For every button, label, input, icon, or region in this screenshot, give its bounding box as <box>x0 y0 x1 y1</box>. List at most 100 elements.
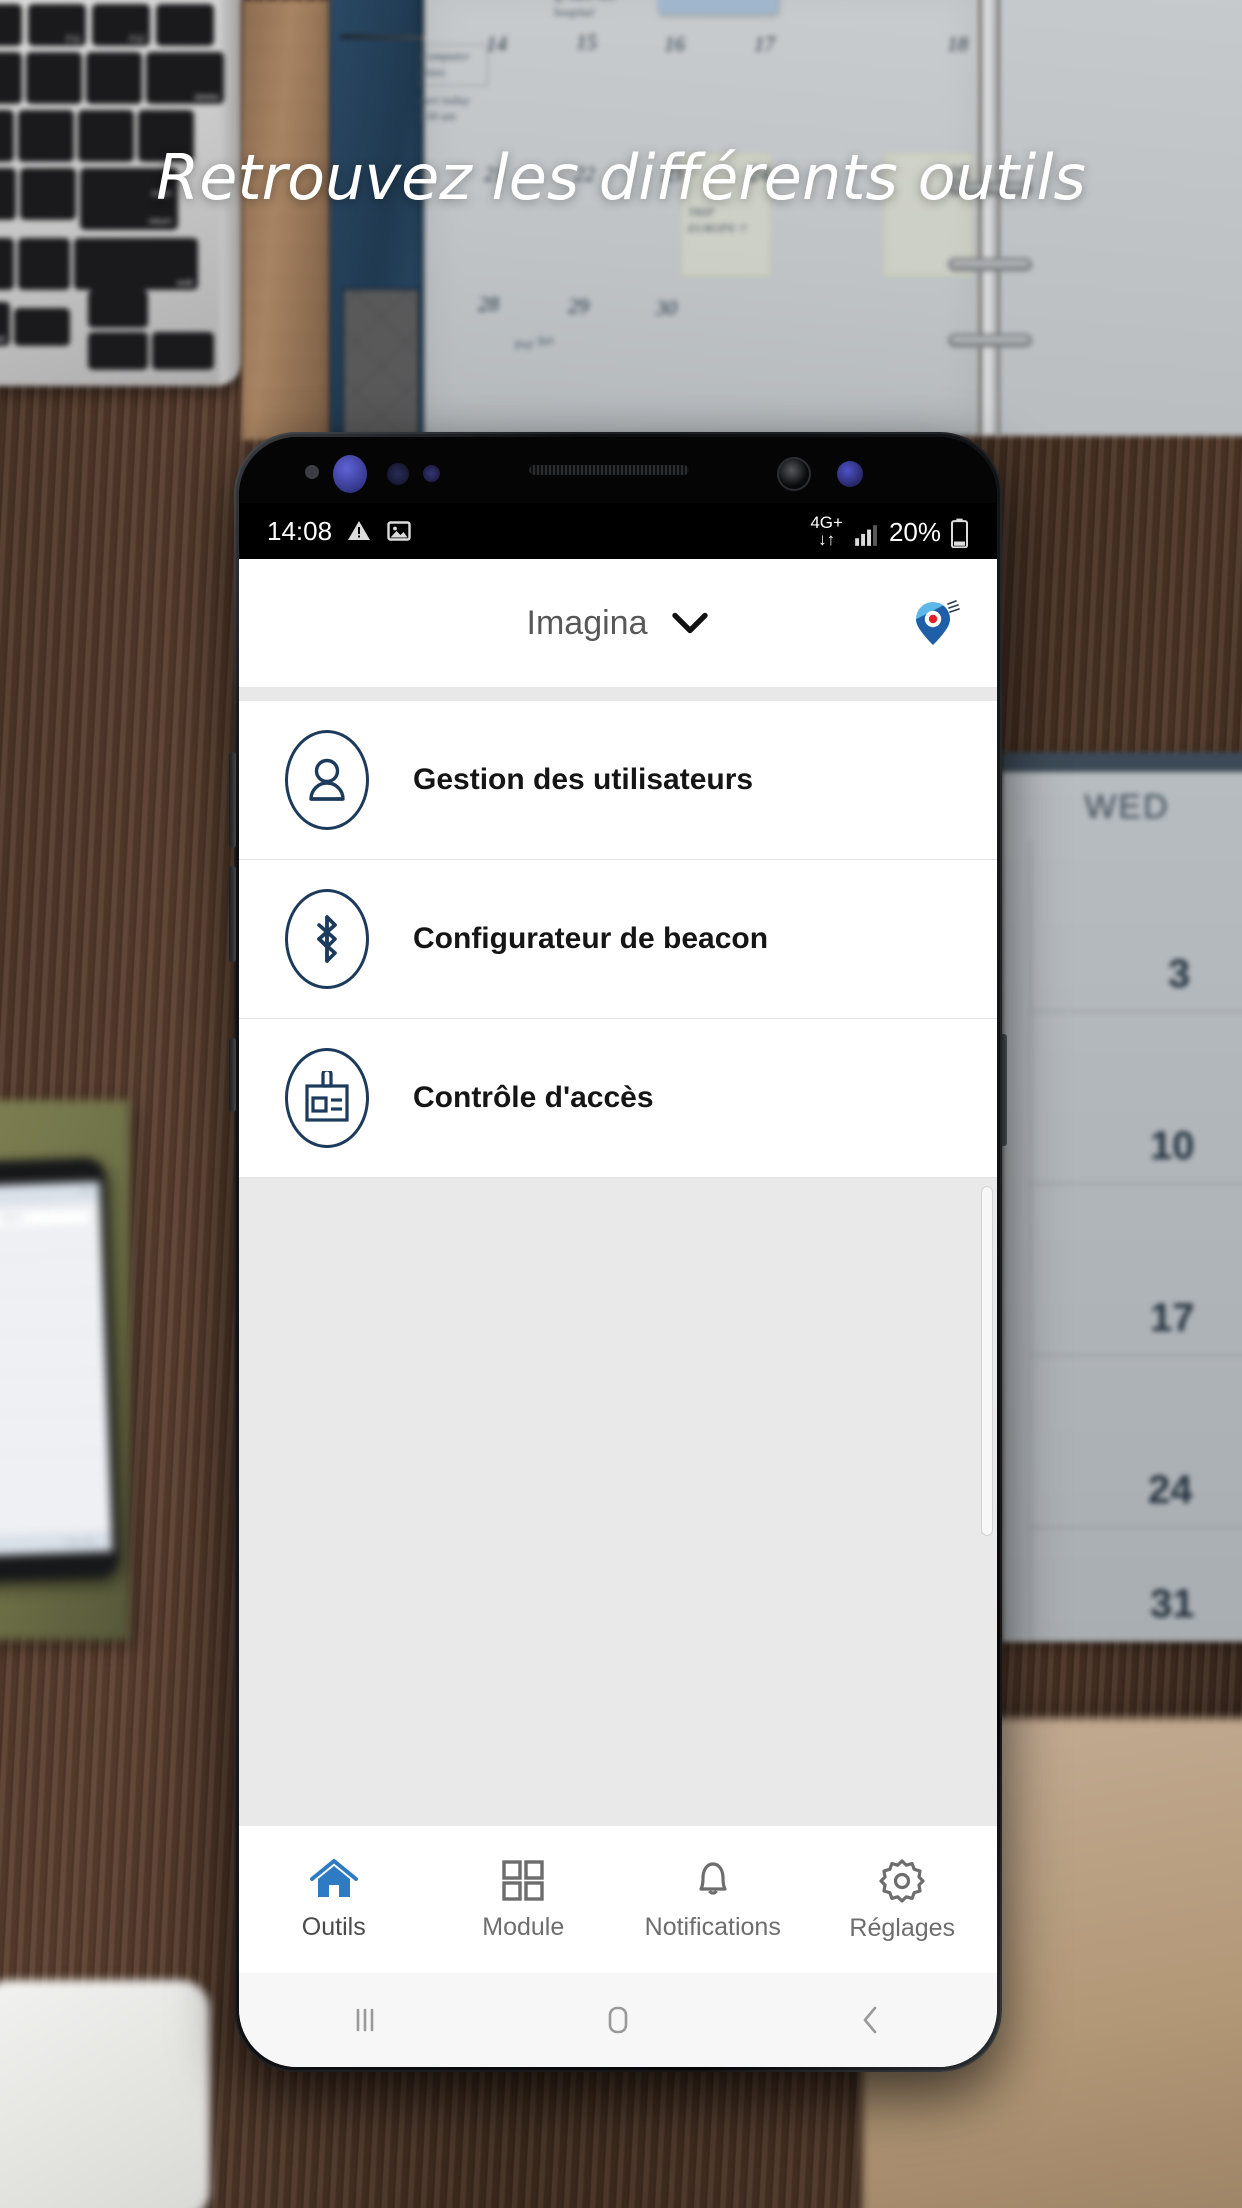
notebook-mesh-pocket <box>342 288 420 438</box>
home-square-icon <box>608 2006 628 2034</box>
gear-icon <box>879 1859 925 1903</box>
location-pin-logo-icon <box>916 600 960 653</box>
secondary-phone: Edit Search 09:00 New Note <box>0 1157 120 1583</box>
white-object <box>0 1980 210 2208</box>
tool-row-user-management[interactable]: Gestion des utilisateurs <box>239 701 997 860</box>
badge-id-card-icon <box>285 1048 369 1148</box>
app-screen: Imagina Gestion des utilisateurs Configu… <box>239 559 997 2067</box>
calendar-day-header: WED <box>1084 788 1170 826</box>
planner-sticky-dr-alex: Dr. Alex <box>658 0 778 14</box>
secondary-camera-icon <box>837 461 863 487</box>
bell-icon <box>699 1862 727 1895</box>
key-label-delete: delete <box>194 92 219 102</box>
tab-label: Outils <box>301 1913 366 1941</box>
android-nav-bar <box>239 1973 997 2067</box>
earpiece-speaker <box>529 465 689 475</box>
key-label-alt: alt <box>0 334 5 344</box>
planner-right-page <box>998 0 1242 436</box>
app-header: Imagina <box>239 559 997 687</box>
back-chevron-icon <box>863 2006 876 2034</box>
tool-row-beacon-configurator[interactable]: Configurateur de beacon <box>239 860 997 1019</box>
warning-triangle-icon <box>348 521 371 540</box>
key-label-f12: F12 <box>129 34 145 44</box>
planner-note-computer-class: Computer class <box>420 49 470 80</box>
tool-label: Gestion des utilisateurs <box>413 763 754 796</box>
binder-ring <box>948 334 1032 347</box>
org-selector[interactable]: Imagina <box>527 604 710 643</box>
secondary-phone-screen: Edit Search 09:00 New Note <box>0 1181 113 1557</box>
grid-icon <box>502 1860 544 1901</box>
phone-top-bezel <box>239 437 997 503</box>
tab-reglages[interactable]: Réglages <box>808 1856 998 1943</box>
tab-label: Réglages <box>849 1914 956 1942</box>
header-separator <box>239 687 997 701</box>
app-header-title: Imagina <box>526 603 648 642</box>
proximity-sensor-icon <box>305 465 319 479</box>
phone-mockup: 14:08 4G+ ↓↑ 20% Imagina Gestion des uti… <box>229 432 1007 2072</box>
planner-note-pay-tax: Pay Tax <box>513 331 556 353</box>
key-label-f11: F11 <box>66 34 81 44</box>
iris-scanner-icon <box>333 455 367 493</box>
planner-whiteboard: Computer class start today 9.30 am @ mai… <box>416 0 980 436</box>
secondary-phone-newnote-label: New Note <box>65 1538 97 1547</box>
tool-label: Contrôle d'accès <box>413 1081 654 1114</box>
recents-button[interactable] <box>239 2003 492 2037</box>
app-logo-button[interactable] <box>899 587 971 659</box>
signal-bars-icon <box>855 525 877 546</box>
led-indicator-icon <box>423 465 440 482</box>
front-camera-icon <box>777 457 811 491</box>
tab-outils[interactable]: Outils <box>239 1857 429 1942</box>
status-bar-time: 14:08 <box>267 515 333 546</box>
calendar-date-10: 10 <box>1150 1124 1195 1168</box>
home-icon <box>309 1859 358 1897</box>
image-icon <box>387 521 411 541</box>
tool-row-access-control[interactable]: Contrôle d'accès <box>239 1019 997 1178</box>
volume-up-button[interactable] <box>229 752 236 848</box>
secondary-phone-edit-label: Edit <box>79 1186 92 1195</box>
tool-label: Configurateur de beacon <box>413 922 769 955</box>
volume-down-button[interactable] <box>229 866 236 962</box>
status-bar: 14:08 4G+ ↓↑ 20% <box>239 503 997 559</box>
planner-date-16: 16 <box>664 32 685 56</box>
bluetooth-icon <box>285 889 369 989</box>
recents-icon <box>357 2008 374 2032</box>
tab-module[interactable]: Module <box>429 1857 619 1942</box>
planner-note-start-today: start today 9.30 am <box>416 93 470 124</box>
planner-date-30: 30 <box>656 296 677 320</box>
calendar-date-31: 31 <box>1150 1582 1195 1626</box>
tab-label: Notifications <box>644 1913 781 1941</box>
tab-notifications[interactable]: Notifications <box>618 1857 808 1942</box>
planner-date-29: 29 <box>568 294 589 318</box>
key-label-return: return <box>148 216 172 226</box>
key-label-shift: shift <box>176 278 193 288</box>
user-icon <box>285 730 369 830</box>
planner-date-28: 28 <box>478 292 499 316</box>
home-button[interactable] <box>492 2002 745 2038</box>
wall-calendar: WED 3 10 17 24 31 <box>1002 752 1242 1642</box>
planner-date-18: 18 <box>947 32 968 56</box>
planner-date-17: 17 <box>754 32 775 56</box>
calendar-date-17: 17 <box>1150 1296 1195 1340</box>
planner-date-15: 15 <box>576 30 597 54</box>
power-button[interactable] <box>1000 1034 1007 1146</box>
calendar-date-3: 3 <box>1168 952 1191 996</box>
light-sensor-icon <box>387 463 409 485</box>
wood-strip <box>242 0 330 440</box>
calendar-date-24: 24 <box>1148 1468 1193 1512</box>
blue-notebook <box>330 0 461 438</box>
back-button[interactable] <box>744 2003 997 2037</box>
bixby-button[interactable] <box>229 1038 236 1112</box>
chevron-down-icon[interactable] <box>671 611 709 635</box>
empty-content-area <box>239 1178 997 1825</box>
calendar-top-bar <box>1002 752 1242 772</box>
network-type-label: 4G+ <box>810 513 843 532</box>
scrollbar-thumb[interactable] <box>981 1186 993 1536</box>
bottom-tab-bar: Outils Module Notifications Réglages <box>239 1825 997 1973</box>
network-arrows-icon: ↓↑ <box>818 530 836 549</box>
binder-ring <box>948 258 1032 271</box>
headline-text: Retrouvez les différents outils <box>156 141 1086 214</box>
battery-percent-label: 20% <box>888 517 941 547</box>
binder-spine <box>948 0 1032 436</box>
tab-label: Module <box>482 1913 565 1941</box>
phone-screen-area: 14:08 4G+ ↓↑ 20% Imagina Gestion des uti… <box>239 437 997 2067</box>
